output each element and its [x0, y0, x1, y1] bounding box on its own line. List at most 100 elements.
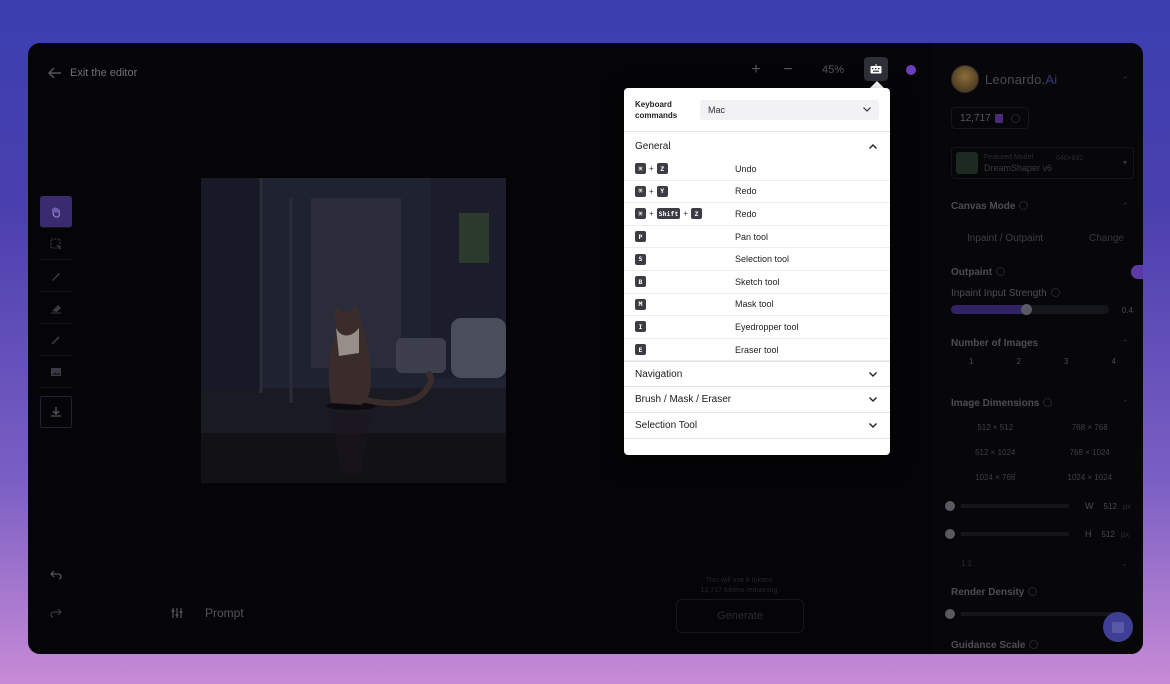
shortcut-description: Eyedropper tool: [735, 321, 799, 332]
info-icon[interactable]: [1028, 587, 1038, 596]
model-thumbnail: [956, 152, 978, 174]
exit-editor-button[interactable]: Exit the editor: [48, 67, 137, 79]
shortcut-description: Pan tool: [735, 231, 769, 242]
shortcut-list: ⌘ + Z Undo ⌘ + Y Redo ⌘ + Shift + Z Redo P Pan tool S Sel…: [624, 158, 890, 362]
dimension-option[interactable]: 512 × 512: [951, 419, 1040, 436]
plus-separator: +: [649, 209, 654, 219]
pan-tool-button[interactable]: [40, 196, 72, 228]
key-cap: P: [635, 231, 646, 243]
zoom-out-button[interactable]: −: [778, 59, 798, 81]
info-icon[interactable]: [1043, 398, 1053, 407]
image-count-option[interactable]: 4: [1112, 357, 1116, 366]
shortcut-keys: P: [635, 231, 735, 243]
group-selection-tool[interactable]: Selection Tool: [624, 413, 890, 440]
exit-arrow-icon: [48, 67, 61, 79]
info-icon[interactable]: [996, 267, 1006, 276]
slider-handle[interactable]: [945, 501, 955, 511]
redo-button[interactable]: [40, 601, 72, 625]
zoom-level[interactable]: 45%: [818, 59, 848, 81]
chevron-down-icon: [863, 107, 871, 112]
slider-handle[interactable]: [945, 609, 955, 619]
keyboard-commands-popup: Keyboard commands Mac General ⌘ + Z Undo ⌘ + Y…: [624, 88, 890, 455]
mask-tool-button[interactable]: [40, 292, 72, 324]
aspect-ratio-select[interactable]: 1:1 ⌄: [951, 555, 1134, 571]
shortcut-description: Redo: [735, 208, 757, 219]
slider-handle[interactable]: [945, 529, 955, 539]
width-value[interactable]: 512: [1104, 502, 1117, 511]
key-cap: M: [635, 298, 646, 310]
image-count-option[interactable]: 1: [969, 357, 973, 366]
eyedropper-tool-button[interactable]: [40, 324, 72, 356]
shortcut-row: ⌘ + Shift + Z Redo: [624, 203, 890, 226]
slider-handle[interactable]: [1021, 304, 1032, 315]
key-cap: I: [635, 321, 646, 333]
info-icon[interactable]: [1010, 113, 1020, 123]
outpaint-toggle[interactable]: [1131, 265, 1143, 279]
collapse-panel-icon[interactable]: ⌃: [1121, 75, 1129, 86]
group-brush-mask-eraser[interactable]: Brush / Mask / Eraser: [624, 387, 890, 414]
sketch-tool-button[interactable]: [40, 260, 72, 292]
left-toolbar: [40, 196, 72, 428]
chevron-up-icon[interactable]: ⌃: [1121, 201, 1129, 212]
dimension-option[interactable]: 768 × 768: [1046, 419, 1135, 436]
selection-tool-button[interactable]: [40, 228, 72, 260]
number-of-images-options: 1 2 3 4: [951, 357, 1134, 366]
dimension-option[interactable]: 512 × 1024: [951, 444, 1040, 461]
image-count-option[interactable]: 3: [1064, 357, 1068, 366]
prompt-bar: Prompt: [171, 606, 244, 620]
hand-icon: [52, 206, 61, 218]
key-cap: Shift: [656, 208, 681, 220]
key-cap: ⌘: [635, 208, 646, 220]
height-slider[interactable]: [961, 532, 1069, 536]
help-icon[interactable]: [904, 59, 918, 81]
settings-sliders-icon[interactable]: [171, 607, 183, 619]
info-icon[interactable]: [1019, 201, 1029, 210]
generate-button[interactable]: Generate: [676, 599, 804, 633]
dimension-option[interactable]: 768 × 1024: [1046, 444, 1135, 461]
tokens-remaining-line: 12,717 tokens remaining: [700, 587, 778, 594]
image-count-option[interactable]: 2: [1017, 357, 1021, 366]
guidance-scale-heading: Guidance Scale: [951, 640, 1039, 651]
shortcut-description: Mask tool: [735, 299, 774, 310]
dimension-option[interactable]: 1024 × 1024: [1046, 469, 1135, 486]
inpaint-strength-slider[interactable]: [951, 304, 1109, 315]
group-general[interactable]: General: [624, 134, 890, 158]
render-density-slider[interactable]: [945, 609, 1123, 619]
chevron-up-icon[interactable]: ⌃: [1121, 398, 1129, 409]
keyboard-commands-button[interactable]: [864, 57, 888, 81]
os-select[interactable]: Mac: [700, 99, 879, 120]
download-button[interactable]: [40, 396, 72, 428]
width-slider[interactable]: [961, 504, 1069, 508]
undo-button[interactable]: [40, 563, 72, 587]
dimension-presets: 512 × 512 768 × 768 512 × 1024 768 × 102…: [951, 419, 1134, 486]
model-selector[interactable]: Featured Model DreamShaper v6 640×832 ▾: [951, 147, 1134, 179]
shortcut-row: P Pan tool: [624, 226, 890, 249]
brand-name: Leonardo.: [985, 71, 1046, 87]
key-cap: Y: [656, 185, 668, 197]
shortcut-row: I Eyedropper tool: [624, 316, 890, 339]
change-mode-button[interactable]: Change: [1089, 233, 1124, 244]
height-value[interactable]: 512: [1102, 530, 1115, 539]
width-label: W: [1085, 501, 1094, 511]
shortcut-description: Eraser tool: [735, 344, 779, 355]
os-select-value: Mac: [708, 104, 726, 115]
avatar[interactable]: [951, 65, 979, 93]
history-controls: [40, 563, 72, 625]
shortcut-description: Selection tool: [735, 254, 790, 265]
info-icon[interactable]: [1029, 640, 1039, 649]
prompt-input[interactable]: Prompt: [205, 606, 244, 620]
canvas-image[interactable]: [201, 178, 506, 483]
chat-support-button[interactable]: [1103, 612, 1133, 642]
info-icon[interactable]: [1050, 288, 1060, 297]
token-balance[interactable]: 12,717: [951, 107, 1029, 129]
dimension-option[interactable]: 1024 × 768: [951, 469, 1040, 486]
zoom-in-button[interactable]: +: [746, 59, 766, 81]
shortcut-description: Sketch tool: [735, 276, 780, 287]
shortcut-description: Undo: [735, 163, 757, 174]
shortcut-keys: ⌘ + Shift + Z: [635, 208, 735, 220]
group-navigation[interactable]: Navigation: [624, 361, 890, 388]
shortcut-keys: S: [635, 253, 735, 265]
image-tool-button[interactable]: [40, 356, 72, 388]
chevron-down-icon: ⌄: [1121, 558, 1128, 568]
chevron-up-icon[interactable]: ⌃: [1121, 338, 1129, 349]
